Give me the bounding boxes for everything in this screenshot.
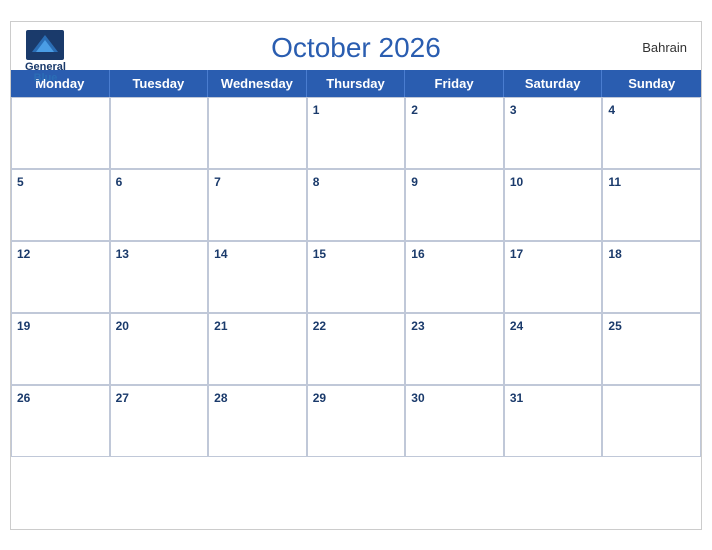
- date-number: 4: [608, 103, 615, 117]
- logo-general: General: [25, 62, 66, 73]
- calendar: General Blue October 2026 Bahrain Monday…: [10, 21, 702, 530]
- date-number: 28: [214, 391, 227, 405]
- date-number: 21: [214, 319, 227, 333]
- calendar-cell: 27: [110, 385, 209, 457]
- date-number: 16: [411, 247, 424, 261]
- date-number: 14: [214, 247, 227, 261]
- calendar-cell: 20: [110, 313, 209, 385]
- day-headers: Monday Tuesday Wednesday Thursday Friday…: [11, 70, 701, 97]
- date-number: 2: [411, 103, 418, 117]
- calendar-cell: 19: [11, 313, 110, 385]
- date-number: 17: [510, 247, 523, 261]
- date-number: 8: [313, 175, 320, 189]
- date-number: 11: [608, 175, 621, 189]
- calendar-cell: [11, 97, 110, 169]
- calendar-cell: [602, 385, 701, 457]
- logo: General Blue: [25, 30, 66, 84]
- calendar-cell: 25: [602, 313, 701, 385]
- calendar-cell: 26: [11, 385, 110, 457]
- logo-icon: [26, 30, 64, 60]
- date-number: 20: [116, 319, 129, 333]
- calendar-grid: 1234567891011121314151617181920212223242…: [11, 97, 701, 529]
- date-number: 3: [510, 103, 517, 117]
- day-thursday: Thursday: [307, 70, 406, 97]
- date-number: 5: [17, 175, 24, 189]
- calendar-cell: 8: [307, 169, 406, 241]
- date-number: 7: [214, 175, 221, 189]
- date-number: 13: [116, 247, 129, 261]
- calendar-cell: 22: [307, 313, 406, 385]
- date-number: 19: [17, 319, 30, 333]
- date-number: 18: [608, 247, 621, 261]
- date-number: 27: [116, 391, 129, 405]
- calendar-cell: 31: [504, 385, 603, 457]
- date-number: 15: [313, 247, 326, 261]
- calendar-cell: 3: [504, 97, 603, 169]
- calendar-cell: 6: [110, 169, 209, 241]
- day-tuesday: Tuesday: [110, 70, 209, 97]
- date-number: 24: [510, 319, 523, 333]
- date-number: 22: [313, 319, 326, 333]
- calendar-cell: 16: [405, 241, 504, 313]
- day-friday: Friday: [405, 70, 504, 97]
- calendar-cell: 11: [602, 169, 701, 241]
- calendar-cell: 5: [11, 169, 110, 241]
- calendar-cell: 9: [405, 169, 504, 241]
- calendar-cell: 24: [504, 313, 603, 385]
- calendar-cell: [208, 97, 307, 169]
- calendar-cell: 18: [602, 241, 701, 313]
- date-number: 9: [411, 175, 418, 189]
- date-number: 1: [313, 103, 320, 117]
- month-title: October 2026: [271, 32, 441, 64]
- date-number: 30: [411, 391, 424, 405]
- calendar-cell: 29: [307, 385, 406, 457]
- date-number: 25: [608, 319, 621, 333]
- date-number: 12: [17, 247, 30, 261]
- date-number: 23: [411, 319, 424, 333]
- calendar-cell: 17: [504, 241, 603, 313]
- calendar-cell: 10: [504, 169, 603, 241]
- calendar-cell: 13: [110, 241, 209, 313]
- date-number: 31: [510, 391, 523, 405]
- calendar-cell: 14: [208, 241, 307, 313]
- calendar-cell: 15: [307, 241, 406, 313]
- day-sunday: Sunday: [602, 70, 701, 97]
- calendar-cell: 1: [307, 97, 406, 169]
- calendar-cell: 4: [602, 97, 701, 169]
- calendar-header: General Blue October 2026 Bahrain: [11, 22, 701, 70]
- calendar-cell: 21: [208, 313, 307, 385]
- date-number: 10: [510, 175, 523, 189]
- date-number: 29: [313, 391, 326, 405]
- calendar-cell: 30: [405, 385, 504, 457]
- calendar-cell: 7: [208, 169, 307, 241]
- calendar-cell: 2: [405, 97, 504, 169]
- logo-blue: Blue: [34, 73, 58, 84]
- date-number: 6: [116, 175, 123, 189]
- calendar-cell: 28: [208, 385, 307, 457]
- day-saturday: Saturday: [504, 70, 603, 97]
- day-wednesday: Wednesday: [208, 70, 307, 97]
- country-label: Bahrain: [642, 40, 687, 55]
- date-number: 26: [17, 391, 30, 405]
- calendar-cell: [110, 97, 209, 169]
- calendar-cell: 23: [405, 313, 504, 385]
- calendar-cell: 12: [11, 241, 110, 313]
